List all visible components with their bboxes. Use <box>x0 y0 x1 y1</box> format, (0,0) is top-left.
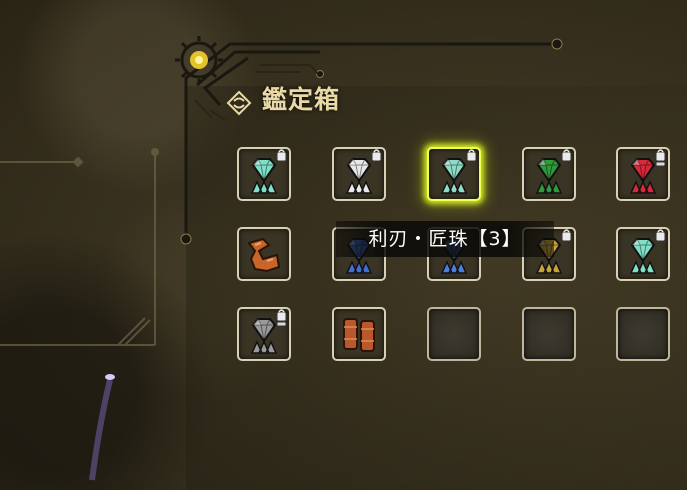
item-slot[interactable] <box>616 147 670 201</box>
item-slot[interactable] <box>616 227 670 281</box>
gray-gem-icon <box>250 309 287 354</box>
copper-scrap-icon <box>247 237 281 273</box>
sun-emblem-icon <box>175 36 223 84</box>
appraisal-box-icon <box>226 90 252 116</box>
leather-greaves-icon <box>343 318 375 352</box>
item-slot[interactable] <box>237 147 291 201</box>
item-slot[interactable] <box>332 307 386 361</box>
green-gem-icon <box>535 149 572 194</box>
item-tooltip: 利刃・匠珠【3】 <box>336 221 554 257</box>
item-slot[interactable] <box>522 147 576 201</box>
item-slot[interactable] <box>237 307 291 361</box>
teal-gem-icon <box>250 149 287 194</box>
item-slot-empty[interactable] <box>522 307 576 361</box>
item-slot-empty[interactable] <box>427 307 481 361</box>
item-slot-selected[interactable] <box>427 147 481 201</box>
item-slot[interactable] <box>237 227 291 281</box>
item-slot[interactable] <box>332 147 386 201</box>
page-title: 鑑定箱 <box>262 85 341 114</box>
teal-gem-icon <box>440 149 477 194</box>
item-slot-empty[interactable] <box>616 307 670 361</box>
white-gem-icon <box>345 149 382 194</box>
red-gem-icon <box>629 149 666 194</box>
teal-gem-icon <box>629 229 666 274</box>
